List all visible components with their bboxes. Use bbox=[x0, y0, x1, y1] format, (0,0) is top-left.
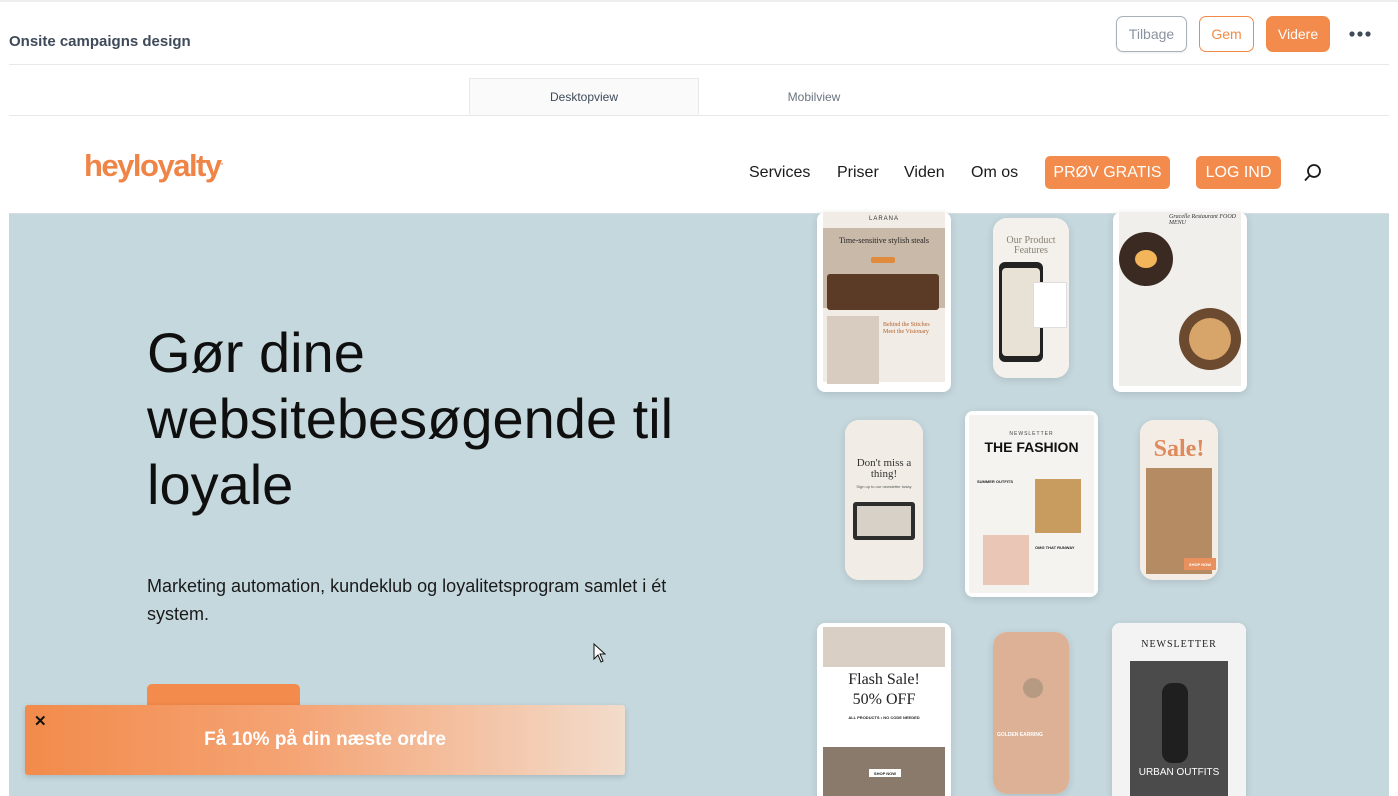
logo-mark: . bbox=[220, 156, 224, 168]
save-button[interactable]: Gem bbox=[1199, 16, 1254, 52]
template-card-food-menu[interactable]: Gracelle Restaurant FOOD MENU bbox=[1113, 212, 1247, 392]
tab-desktopview[interactable]: Desktopview bbox=[469, 78, 699, 115]
template-title: Time-sensitive stylish steals bbox=[839, 236, 929, 245]
template-subtitle: Behind the Stitches Meet the Visionary bbox=[883, 322, 930, 335]
more-horizontal-icon[interactable] bbox=[1348, 22, 1372, 46]
template-card-sale[interactable]: Sale! SHOP NOW bbox=[1140, 420, 1218, 580]
template-title: Gracelle Restaurant FOOD MENU bbox=[1169, 214, 1236, 226]
back-button[interactable]: Tilbage bbox=[1116, 16, 1187, 52]
template-card-larana[interactable]: LARANA Time-sensitive stylish steals Beh… bbox=[817, 212, 951, 392]
logo-text: heyloyalty bbox=[84, 148, 222, 183]
template-card-dont-miss[interactable]: Don't miss a thing! Sign up to our newsl… bbox=[845, 420, 923, 580]
try-free-button[interactable]: PRØV GRATIS bbox=[1045, 156, 1170, 189]
mouse-cursor-icon bbox=[593, 642, 607, 668]
popup-text: Få 10% på din næste ordre bbox=[204, 729, 446, 750]
template-title: Our Product Features bbox=[1006, 235, 1056, 256]
next-button[interactable]: Videre bbox=[1266, 16, 1330, 52]
template-cta: SHOP NOW bbox=[869, 769, 901, 777]
campaign-popup[interactable]: ✕ Få 10% på din næste ordre bbox=[25, 705, 625, 775]
template-subtitle: 50% OFF bbox=[852, 691, 916, 708]
template-subtitle-2: OMG THAT RUNWAY bbox=[1035, 545, 1075, 550]
search-icon[interactable] bbox=[1303, 163, 1323, 183]
site-header: heyloyalty. Services Priser Viden Om os … bbox=[9, 116, 1389, 214]
template-title: Sale! bbox=[1153, 436, 1205, 462]
divider bbox=[9, 64, 1389, 65]
site-logo[interactable]: heyloyalty. bbox=[84, 148, 224, 184]
template-title: GOLDEN EARRING bbox=[997, 732, 1043, 738]
template-card-the-fashion[interactable]: NEWSLETTER THE FASHION SUMMER OUTFITS OM… bbox=[965, 411, 1098, 597]
template-label: NEWSLETTER bbox=[1009, 431, 1054, 437]
template-cta: SHOP NOW bbox=[1184, 558, 1216, 570]
template-title: THE FASHION bbox=[984, 439, 1079, 455]
template-subtitle: Sign up to our newsletter today bbox=[856, 484, 912, 489]
page-title: Onsite campaigns design bbox=[9, 33, 191, 50]
nav-priser[interactable]: Priser bbox=[837, 164, 879, 182]
app-topbar: Onsite campaigns design Tilbage Gem Vide… bbox=[0, 0, 1398, 66]
hero-title: Gør dine websitebesøgende til loyale bbox=[147, 321, 674, 516]
hero-subtitle: Marketing automation, kundeklub og loyal… bbox=[147, 576, 667, 624]
website-preview: heyloyalty. Services Priser Viden Om os … bbox=[9, 116, 1389, 796]
template-small-text: ALL PRODUCTS • NO CODE NEEDED bbox=[848, 715, 920, 720]
view-tabs: Desktopview Mobilview bbox=[9, 78, 1389, 116]
template-brand: LARANA bbox=[868, 216, 899, 222]
template-card-golden-earring[interactable]: GOLDEN EARRING bbox=[993, 632, 1069, 794]
template-card-product-features[interactable]: Our Product Features bbox=[993, 218, 1069, 378]
tab-mobilview[interactable]: Mobilview bbox=[699, 78, 929, 115]
nav-services[interactable]: Services bbox=[749, 164, 810, 182]
template-card-urban-outfits[interactable]: NEWSLETTER URBAN OUTFITS bbox=[1112, 623, 1246, 796]
template-label: NEWSLETTER bbox=[1141, 639, 1217, 650]
template-title: Don't miss a thing! bbox=[856, 457, 912, 480]
login-button[interactable]: LOG IND bbox=[1196, 156, 1281, 189]
template-subtitle: SUMMER OUTFITS bbox=[977, 479, 1013, 484]
nav-om-os[interactable]: Om os bbox=[971, 164, 1018, 182]
template-title: URBAN OUTFITS bbox=[1138, 767, 1220, 778]
template-title: Flash Sale! bbox=[848, 671, 920, 688]
template-card-flash-sale[interactable]: Flash Sale! 50% OFF ALL PRODUCTS • NO CO… bbox=[817, 623, 951, 796]
nav-viden[interactable]: Viden bbox=[904, 164, 945, 182]
